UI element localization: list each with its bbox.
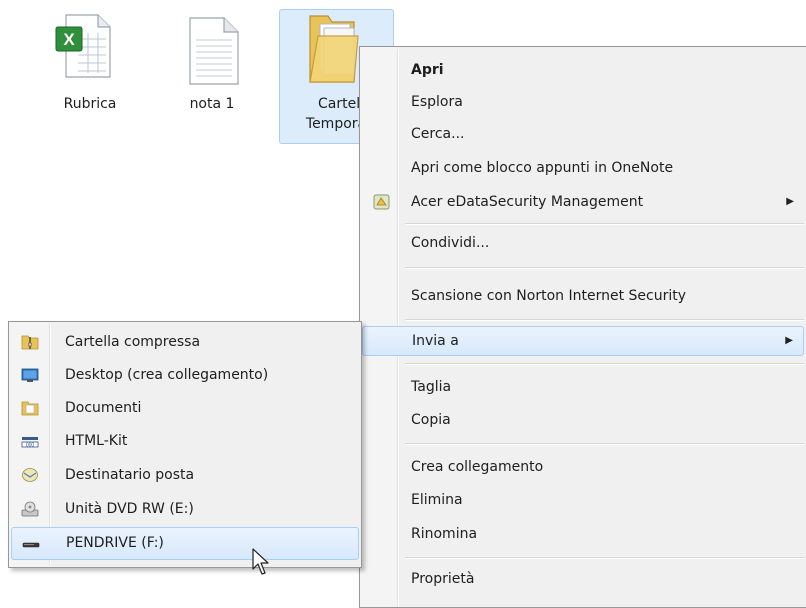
menu-item-label: Apri	[411, 62, 444, 78]
submenu-item-label: Documenti	[65, 400, 142, 416]
submenu-item-label: PENDRIVE (F:)	[66, 535, 164, 551]
zip-folder-icon	[21, 335, 39, 350]
menu-item-invia-a[interactable]: Invia a ▶	[362, 326, 804, 356]
html-kit-icon: 000	[21, 437, 39, 448]
svg-text:000: 000	[26, 442, 35, 448]
mail-recipient-icon	[22, 468, 38, 482]
menu-separator	[405, 557, 804, 559]
menu-item-cerca[interactable]: Cerca...	[362, 119, 804, 149]
submenu-item-label: Cartella compressa	[65, 334, 201, 350]
menu-item-label: Proprietà	[411, 571, 475, 587]
menu-separator	[405, 267, 804, 269]
desktop-icon-label: Rubrica	[63, 96, 117, 112]
submenu-item-pendrive[interactable]: PENDRIVE (F:)	[11, 527, 359, 560]
submenu-item-label: Destinatario posta	[65, 467, 195, 483]
desktop-icon-label: nota 1	[189, 96, 235, 112]
menu-item-label: Crea collegamento	[411, 459, 544, 475]
menu-item-esplora[interactable]: Esplora	[362, 87, 804, 117]
menu-item-label: Rinomina	[411, 526, 478, 542]
menu-item-elimina[interactable]: Elimina	[362, 485, 804, 515]
menu-item-label: Esplora	[411, 94, 463, 110]
menu-separator	[405, 223, 804, 225]
menu-item-label: Invia a	[412, 333, 459, 349]
documents-folder-icon	[21, 401, 39, 416]
menu-item-label: Elimina	[411, 492, 463, 508]
menu-separator	[405, 363, 804, 365]
menu-item-label: Condividi...	[411, 235, 490, 251]
menu-item-label: Apri come blocco appunti in OneNote	[411, 160, 674, 176]
excel-file-icon: X	[55, 14, 111, 78]
submenu-arrow-icon: ▶	[786, 196, 794, 207]
text-file-icon	[189, 17, 239, 85]
menu-item-condividi[interactable]: Condividi...	[362, 228, 804, 258]
desktop-icon	[21, 368, 39, 382]
submenu-item-desktop[interactable]: Desktop (crea collegamento)	[11, 359, 359, 392]
menu-item-apri[interactable]: Apri	[362, 55, 804, 85]
submenu-item-label: Desktop (crea collegamento)	[65, 367, 269, 383]
menu-item-onenote[interactable]: Apri come blocco appunti in OneNote	[362, 153, 804, 183]
desktop-icon-nota1[interactable]: nota 1	[162, 10, 262, 120]
menu-item-proprieta[interactable]: Proprietà	[362, 564, 804, 594]
submenu-item-cartella-compressa[interactable]: Cartella compressa	[11, 326, 359, 359]
menu-item-label: Acer eDataSecurity Management	[411, 194, 644, 210]
menu-separator	[405, 319, 804, 321]
menu-item-label: Cerca...	[411, 126, 465, 142]
menu-item-crea-collegamento[interactable]: Crea collegamento	[362, 452, 804, 482]
folder-icon	[309, 15, 359, 83]
submenu-item-documenti[interactable]: Documenti	[11, 392, 359, 425]
context-menu: Apri Esplora Cerca... Apri come blocco a…	[359, 46, 806, 608]
submenu-item-label: HTML-Kit	[65, 433, 128, 449]
acer-security-icon	[373, 194, 390, 210]
menu-item-label: Taglia	[411, 379, 452, 395]
menu-item-rinomina[interactable]: Rinomina	[362, 519, 804, 549]
send-to-submenu: Cartella compressa Desktop (crea collega…	[8, 321, 362, 568]
usb-drive-icon	[22, 542, 40, 548]
svg-text:X: X	[63, 30, 75, 49]
menu-item-norton-scan[interactable]: Scansione con Norton Internet Security	[362, 281, 804, 311]
menu-item-label: Copia	[411, 412, 451, 428]
menu-item-copia[interactable]: Copia	[362, 405, 804, 435]
submenu-arrow-icon: ▶	[785, 335, 793, 346]
submenu-item-dvd-drive[interactable]: Unità DVD RW (E:)	[11, 493, 359, 526]
mouse-cursor-icon	[252, 548, 269, 575]
menu-item-taglia[interactable]: Taglia	[362, 372, 804, 402]
menu-item-acer-edatasecurity[interactable]: Acer eDataSecurity Management ▶	[362, 187, 804, 217]
submenu-item-html-kit[interactable]: 000 HTML-Kit	[11, 425, 359, 458]
menu-item-label: Scansione con Norton Internet Security	[411, 288, 687, 304]
desktop-icon-rubrica[interactable]: X Rubrica	[40, 10, 140, 120]
submenu-item-destinatario-posta[interactable]: Destinatario posta	[11, 459, 359, 492]
dvd-drive-icon	[21, 501, 39, 517]
submenu-item-label: Unità DVD RW (E:)	[65, 501, 194, 517]
menu-separator	[405, 443, 804, 445]
